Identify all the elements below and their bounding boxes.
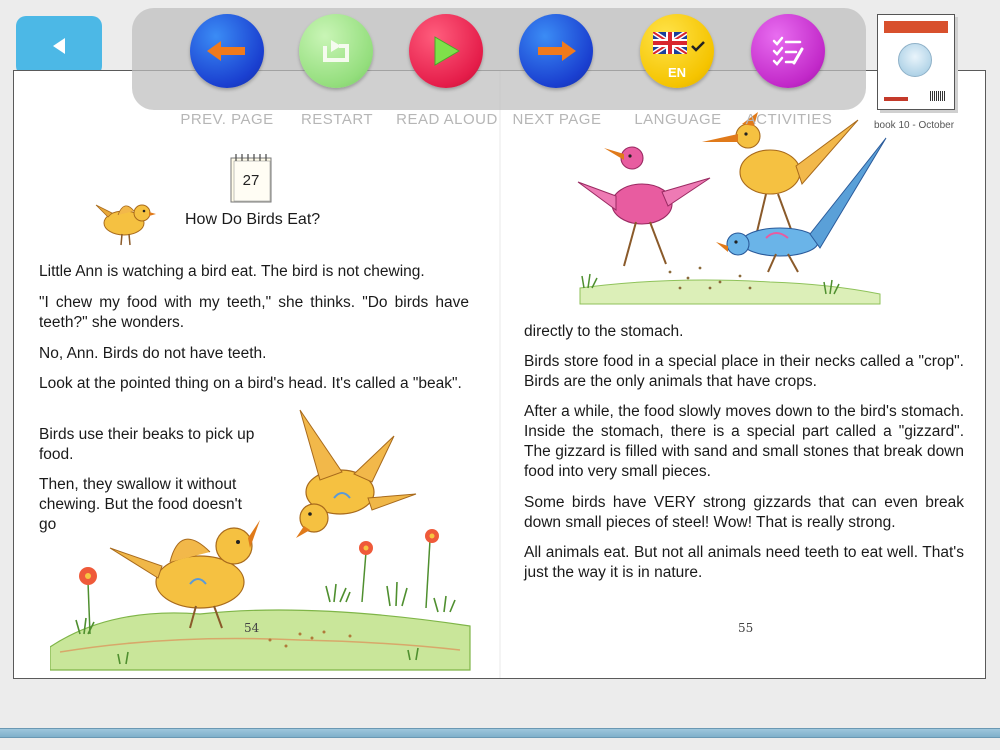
barcode-icon <box>930 91 946 101</box>
check-icon <box>691 41 705 52</box>
cover-band <box>884 21 948 33</box>
small-bird-illustration <box>95 204 156 246</box>
right-paragraph-5: All animals eat. But not all animals nee… <box>524 544 964 581</box>
arrow-right-icon <box>538 41 576 61</box>
cover-caption: book 10 - October <box>874 120 955 131</box>
left-paragraph-4: Look at the pointed thing on a bird's he… <box>39 375 462 392</box>
checklist-icon <box>772 36 804 66</box>
three-birds-illustration <box>577 112 887 305</box>
right-paragraph-3: After a while, the food slowly moves dow… <box>524 403 964 480</box>
book-spine <box>499 71 501 678</box>
right-paragraph-2: Birds store food in a special place in t… <box>524 353 964 390</box>
page-number-left: 54 <box>244 621 260 635</box>
bottom-bar <box>0 728 1000 738</box>
uk-flag-icon <box>653 32 687 54</box>
read-aloud-button[interactable] <box>409 14 483 88</box>
language-button[interactable]: EN <box>640 14 714 88</box>
arrow-left-icon <box>207 41 245 61</box>
calendar-day: 27 <box>242 172 260 189</box>
left-paragraph-3: No, Ann. Birds do not have teeth. <box>39 345 267 362</box>
play-icon <box>434 36 460 66</box>
activities-label: ACTIVITIES <box>745 111 833 128</box>
language-code: EN <box>667 65 687 80</box>
next-page-label: NEXT PAGE <box>512 111 602 128</box>
restart-button[interactable] <box>299 14 373 88</box>
left-paragraph-2: "I chew my food with my teeth," she thin… <box>39 294 469 331</box>
cover-strip <box>884 97 908 101</box>
right-paragraph-1: directly to the stomach. <box>524 323 684 340</box>
right-paragraph-4: Some birds have VERY strong gizzards tha… <box>524 494 964 531</box>
back-button[interactable] <box>16 16 102 76</box>
book-cover-thumbnail[interactable] <box>877 14 955 110</box>
activities-button[interactable] <box>751 14 825 88</box>
left-paragraph-1: Little Ann is watching a bird eat. The b… <box>39 263 425 280</box>
page-title: How Do Birds Eat? <box>185 211 321 228</box>
cover-image <box>898 43 932 77</box>
restart-icon <box>323 40 349 62</box>
next-page-button[interactable] <box>519 14 593 88</box>
back-arrow-icon <box>53 38 65 54</box>
prev-page-button[interactable] <box>190 14 264 88</box>
birds-on-grass-illustration <box>50 409 471 671</box>
page-number-right: 55 <box>738 621 754 635</box>
